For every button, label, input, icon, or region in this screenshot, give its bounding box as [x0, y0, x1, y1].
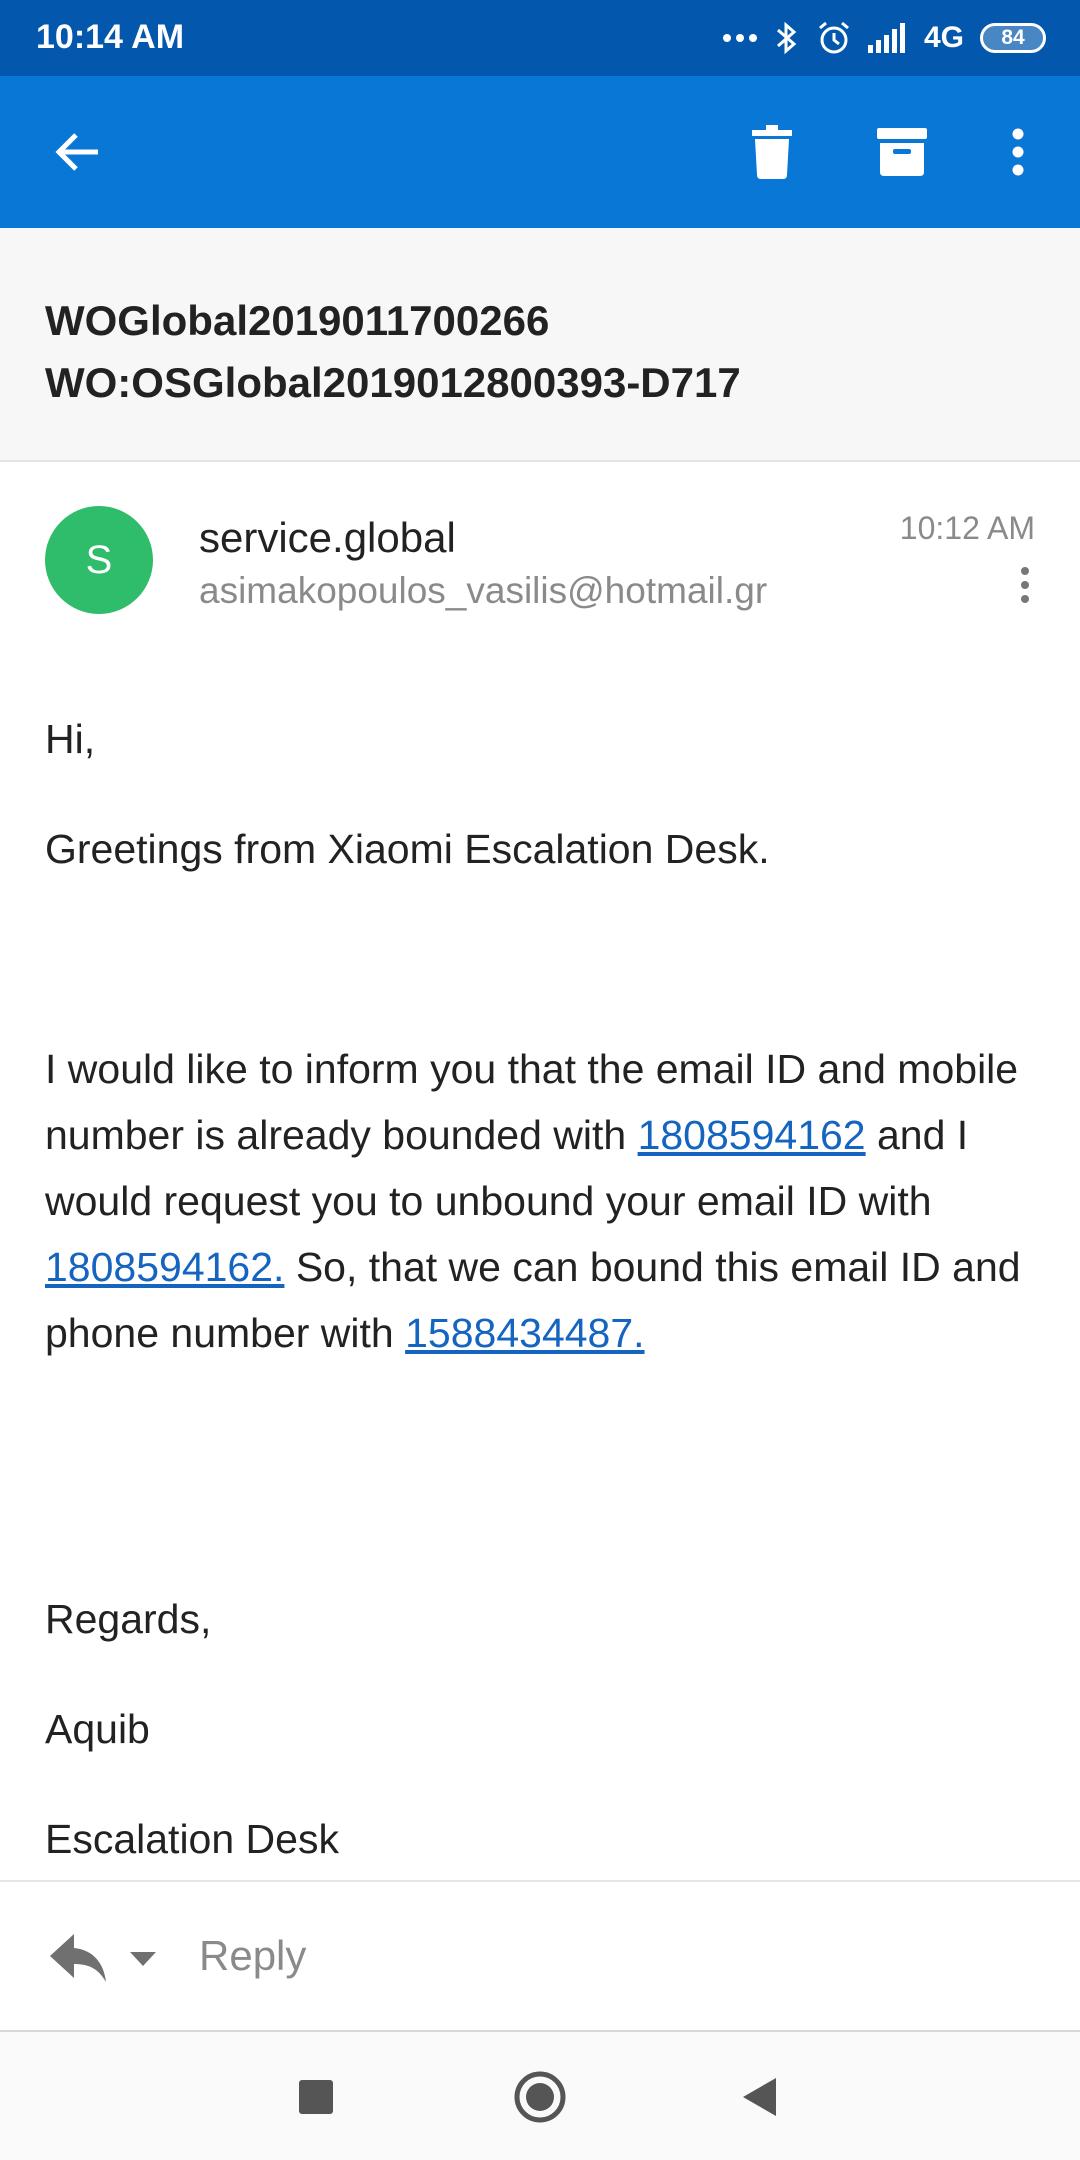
subject-line-2: WO:OSGlobal2019012800393-D717: [45, 359, 741, 406]
status-bar: 10:14 AM 4G 84: [0, 0, 1080, 76]
archive-button[interactable]: [866, 116, 938, 188]
back-arrow-icon: [55, 133, 98, 171]
message-more-button[interactable]: [1000, 560, 1050, 610]
reply-button[interactable]: [48, 1930, 108, 1986]
back-button[interactable]: [42, 116, 114, 188]
reply-options-dropdown[interactable]: [126, 1942, 160, 1976]
bluetooth-icon: [776, 21, 797, 55]
status-time: 10:14 AM: [36, 18, 185, 56]
more-vertical-icon: [1021, 567, 1029, 603]
notification-dots-icon: [722, 34, 757, 42]
intro-line: Greetings from Xiaomi Escalation Desk.: [45, 826, 770, 872]
reply-bar: Reply: [0, 1880, 1080, 2032]
more-options-button[interactable]: [982, 116, 1054, 188]
phone-link-1[interactable]: 1808594162: [638, 1112, 866, 1158]
alarm-icon: [819, 21, 849, 54]
delete-button[interactable]: [736, 116, 808, 188]
recents-button[interactable]: [281, 2062, 351, 2132]
message-time: 10:12 AM: [899, 510, 1035, 546]
avatar-initial: S: [85, 537, 113, 582]
phone-link-2[interactable]: 1808594162.: [45, 1244, 284, 1290]
home-button[interactable]: [505, 2062, 575, 2132]
status-icons: 4G 84: [722, 14, 1046, 62]
body-paragraph: I would like to inform you that the emai…: [45, 1036, 1035, 1366]
phone-link-3[interactable]: 1588434487.: [405, 1310, 644, 1356]
signature-name: Aquib: [45, 1706, 150, 1752]
archive-icon: [877, 128, 927, 176]
app-bar: [0, 76, 1080, 228]
greeting: Hi,: [45, 716, 96, 762]
battery-icon: 84: [980, 23, 1046, 53]
network-type: 4G: [923, 21, 964, 54]
reply-icon: [50, 1934, 106, 1982]
email-subject: WOGlobal2019011700266 WO:OSGlobal2019012…: [0, 228, 1080, 462]
triangle-left-icon: [743, 2078, 776, 2116]
reply-label[interactable]: Reply: [199, 1932, 306, 1980]
signal-icon: [867, 23, 905, 53]
avatar[interactable]: S: [45, 506, 153, 614]
navigation-bar: [0, 2032, 1080, 2160]
square-icon: [299, 2080, 333, 2114]
subject-line-1: WOGlobal2019011700266: [45, 297, 550, 344]
caret-down-icon: [130, 1952, 156, 1966]
sender-name[interactable]: service.global: [199, 514, 456, 562]
closing: Regards,: [45, 1596, 212, 1642]
trash-icon: [752, 125, 792, 179]
sender-email[interactable]: asimakopoulos_vasilis@hotmail.gr: [199, 570, 767, 612]
more-vertical-icon: [1012, 128, 1024, 176]
circle-icon: [514, 2071, 566, 2123]
battery-level: 84: [1001, 26, 1025, 49]
nav-back-button[interactable]: [725, 2062, 795, 2132]
signature-team: Escalation Desk: [45, 1816, 339, 1862]
